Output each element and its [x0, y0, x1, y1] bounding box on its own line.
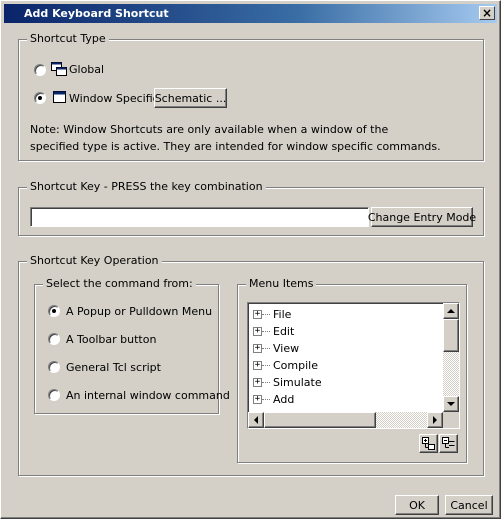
- expand-simulate-icon[interactable]: +: [253, 378, 262, 387]
- close-icon: ×: [481, 6, 493, 20]
- collapse-all-button[interactable]: [439, 434, 458, 453]
- close-button[interactable]: ×: [479, 6, 495, 20]
- tree-item-simulate[interactable]: + Simulate: [253, 374, 322, 391]
- window-shortcut-note: Note: Window Shortcuts are only availabl…: [30, 121, 470, 155]
- scroll-down-button[interactable]: [443, 396, 459, 412]
- tree-item-view[interactable]: + View: [253, 340, 299, 357]
- cancel-button[interactable]: Cancel: [445, 495, 493, 515]
- popup-menu-radio[interactable]: [48, 305, 60, 317]
- popup-menu-label: A Popup or Pulldown Menu: [66, 305, 213, 318]
- expand-all-icon: [422, 437, 435, 450]
- scroll-up-button[interactable]: [443, 303, 459, 319]
- global-window-icon: [51, 62, 67, 76]
- tree-item-label: Edit: [273, 325, 295, 338]
- shortcut-key-operation-legend: Shortcut Key Operation: [27, 254, 162, 267]
- scrollbar-corner: [443, 412, 459, 428]
- tree-connector: [262, 348, 270, 349]
- tree-connector: [262, 314, 270, 315]
- tree-item-label: Add: [273, 393, 295, 406]
- window-title: Add Keyboard Shortcut: [24, 7, 169, 20]
- toolbar-button-radio[interactable]: [48, 333, 60, 345]
- note-line-1: Note: Window Shortcuts are only availabl…: [30, 123, 389, 136]
- tree-item-compile[interactable]: + Compile: [253, 357, 318, 374]
- expand-view-icon[interactable]: +: [253, 344, 262, 353]
- window-specific-label: Window Specific:: [69, 92, 163, 105]
- shortcut-key-legend: Shortcut Key - PRESS the key combination: [27, 180, 266, 193]
- expand-file-icon[interactable]: +: [253, 310, 262, 319]
- toolbar-button-label: A Toolbar button: [66, 333, 157, 346]
- tree-item-label: Compile: [273, 359, 318, 372]
- ok-button[interactable]: OK: [395, 495, 439, 515]
- tree-item-label: File: [273, 308, 292, 321]
- scroll-left-button[interactable]: [248, 412, 264, 428]
- expand-edit-icon[interactable]: +: [253, 327, 262, 336]
- expand-add-icon[interactable]: +: [253, 395, 262, 404]
- add-keyboard-shortcut-dialog: Add Keyboard Shortcut × Shortcut Type Gl…: [0, 0, 501, 519]
- tree-item-add[interactable]: + Add: [253, 391, 294, 408]
- global-radio[interactable]: [34, 64, 46, 76]
- shortcut-type-legend: Shortcut Type: [27, 32, 109, 45]
- note-line-2: specified type is active. They are inten…: [30, 140, 441, 153]
- expand-all-button[interactable]: [419, 434, 438, 453]
- tree-item-file[interactable]: + File: [253, 306, 291, 323]
- vertical-scrollbar-thumb[interactable]: [443, 319, 459, 352]
- tree-connector: [262, 331, 270, 332]
- window-icon: [53, 91, 66, 103]
- tree-connector: [262, 382, 270, 383]
- arrow-right-icon: [433, 416, 437, 424]
- tree-connector: [262, 365, 270, 366]
- menu-items-legend: Menu Items: [246, 277, 317, 290]
- scroll-right-button[interactable]: [427, 412, 443, 428]
- internal-command-label: An internal window command: [66, 389, 230, 402]
- tree-item-label: Simulate: [273, 376, 322, 389]
- tree-item-label: View: [273, 342, 300, 355]
- schematic-button[interactable]: Schematic ...: [154, 88, 227, 108]
- collapse-all-icon: [442, 437, 455, 448]
- window-specific-radio[interactable]: [34, 92, 46, 104]
- internal-command-radio[interactable]: [48, 389, 60, 401]
- tree-item-edit[interactable]: + Edit: [253, 323, 294, 340]
- menu-items-tree[interactable]: + File + Edit + View + Compile + Simulat…: [247, 302, 460, 429]
- tcl-script-radio[interactable]: [48, 361, 60, 373]
- tcl-script-label: General Tcl script: [66, 361, 161, 374]
- arrow-left-icon: [254, 416, 258, 424]
- arrow-up-icon: [447, 309, 455, 313]
- title-bar[interactable]: Add Keyboard Shortcut ×: [4, 4, 497, 23]
- shortcut-key-input[interactable]: [30, 207, 369, 227]
- command-source-legend: Select the command from:: [43, 277, 196, 290]
- arrow-down-icon: [447, 402, 455, 406]
- change-entry-mode-button[interactable]: Change Entry Mode: [368, 207, 476, 227]
- tree-connector: [262, 399, 270, 400]
- expand-compile-icon[interactable]: +: [253, 361, 262, 370]
- global-label: Global: [69, 63, 105, 76]
- horizontal-scrollbar-thumb[interactable]: [264, 412, 376, 428]
